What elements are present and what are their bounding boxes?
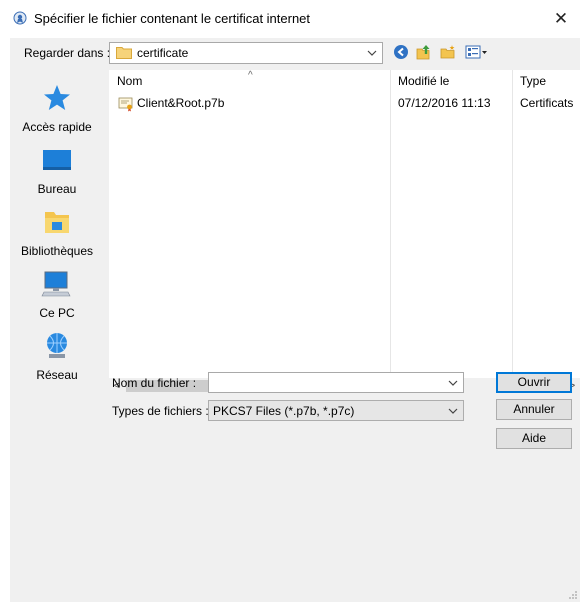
filename-label: Nom du fichier :: [112, 376, 197, 390]
place-network[interactable]: Réseau: [10, 330, 104, 382]
places-bar: Accès rapide Bureau Bibliothèques Ce PC …: [10, 70, 104, 394]
place-desktop[interactable]: Bureau: [10, 144, 104, 196]
place-quick-access[interactable]: Accès rapide: [10, 82, 104, 134]
resize-grip-icon[interactable]: [568, 590, 578, 600]
up-folder-icon: [416, 45, 430, 60]
place-label: Accès rapide: [22, 120, 92, 134]
dialog-body: Regarder dans : certificate Accès rapide…: [10, 38, 580, 602]
back-button[interactable]: [392, 43, 410, 61]
folder-icon: [116, 47, 132, 59]
title-bar: Spécifier le fichier contenant le certif…: [0, 0, 584, 38]
open-button[interactable]: Ouvrir: [496, 372, 572, 393]
table-row[interactable]: Client&Root.p7b 07/12/2016 11:13 Certifi…: [109, 94, 580, 114]
filetype-label: Types de fichiers :: [112, 404, 209, 418]
file-modified: 07/12/2016 11:13: [398, 96, 491, 110]
certificate-app-icon: [13, 11, 27, 25]
star-icon: [44, 85, 70, 110]
look-in-label: Regarder dans :: [24, 46, 111, 60]
view-menu-button[interactable]: [464, 43, 490, 61]
library-icon: [45, 212, 69, 233]
column-separator[interactable]: [390, 70, 391, 378]
place-this-pc[interactable]: Ce PC: [10, 268, 104, 320]
back-arrow-icon: [394, 45, 408, 59]
certificate-file-icon: [118, 97, 133, 112]
look-in-dropdown[interactable]: certificate: [109, 42, 383, 64]
filetype-dropdown[interactable]: PKCS7 Files (*.p7b, *.p7c): [208, 400, 464, 421]
cancel-button[interactable]: Annuler: [496, 399, 572, 420]
desktop-icon: [43, 150, 71, 170]
column-header-type[interactable]: Type: [512, 70, 580, 92]
place-label: Ce PC: [39, 306, 75, 320]
file-list[interactable]: Nom ^ Modifié le Type Client&Root.p7b 07…: [109, 70, 580, 394]
place-label: Bureau: [37, 182, 77, 196]
file-type: Certificats: [520, 96, 574, 110]
close-button[interactable]: ✕: [538, 0, 584, 38]
new-folder-icon: [440, 45, 455, 59]
place-libraries[interactable]: Bibliothèques: [10, 206, 104, 258]
network-icon: [47, 333, 67, 358]
column-header-modified[interactable]: Modifié le: [390, 70, 512, 92]
place-label: Réseau: [36, 368, 78, 382]
file-name: Client&Root.p7b: [137, 96, 225, 110]
computer-icon: [41, 271, 71, 297]
filetype-value: PKCS7 Files (*.p7b, *.p7c): [213, 404, 355, 418]
chevron-down-icon: [367, 50, 377, 56]
new-folder-button[interactable]: [439, 43, 457, 61]
close-icon: ✕: [553, 9, 569, 28]
filename-input[interactable]: [208, 372, 464, 393]
chevron-down-icon: [448, 380, 458, 386]
column-separator[interactable]: [512, 70, 513, 378]
help-button[interactable]: Aide: [496, 428, 572, 449]
place-label: Bibliothèques: [20, 244, 94, 258]
look-in-value: certificate: [137, 46, 189, 60]
up-folder-button[interactable]: [415, 43, 433, 61]
sort-arrow-icon: ^: [248, 70, 253, 81]
view-menu-icon: [465, 45, 487, 59]
chevron-down-icon: [448, 408, 458, 414]
window-title: Spécifier le fichier contenant le certif…: [34, 11, 311, 26]
